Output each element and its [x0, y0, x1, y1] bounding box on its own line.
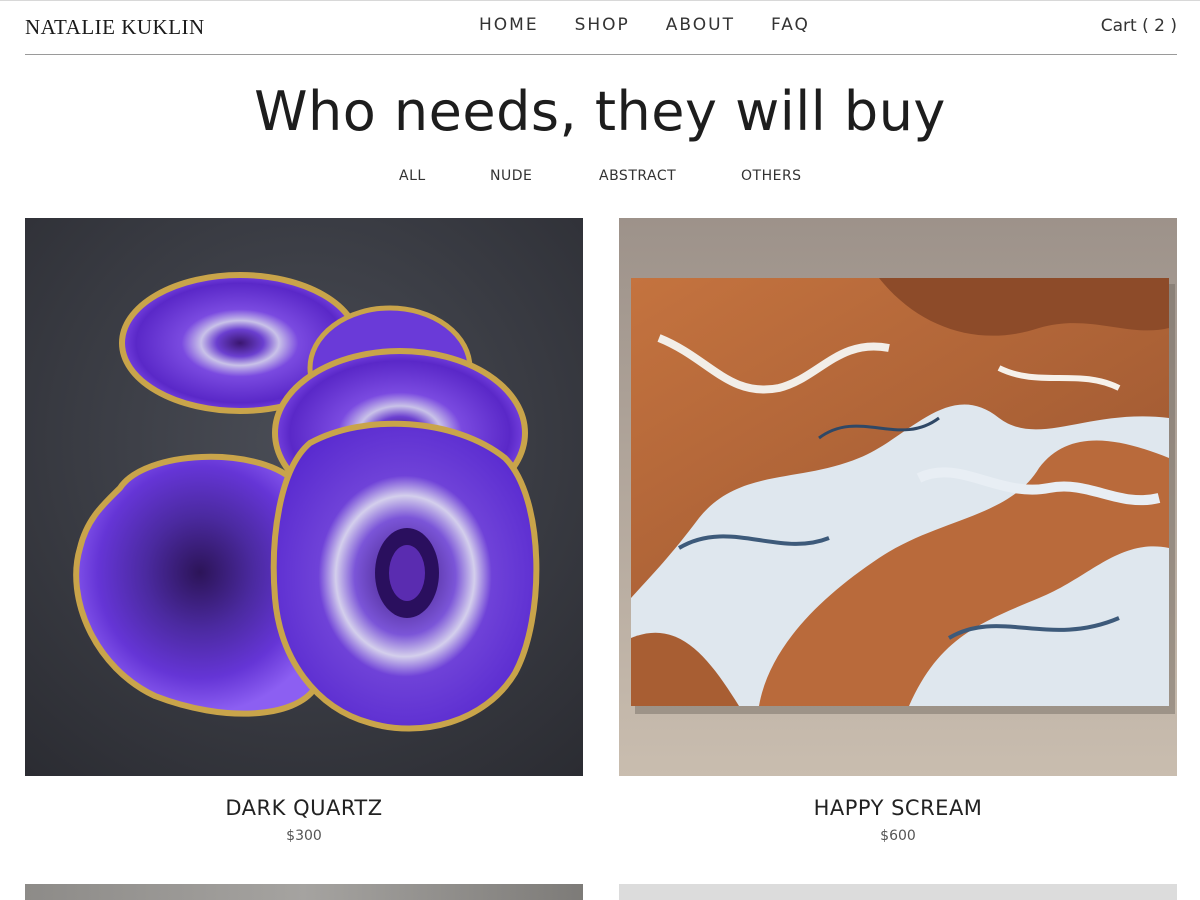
nav-faq[interactable]: FAQ	[771, 15, 810, 35]
filter-nude[interactable]: NUDE	[490, 168, 532, 184]
next-product-image-partial[interactable]	[25, 884, 583, 900]
product-title-happy-scream[interactable]: HAPPY SCREAM	[619, 796, 1177, 820]
brand-logo[interactable]: NATALIE KUKLIN	[25, 15, 205, 40]
product-image-happy-scream[interactable]	[619, 218, 1177, 776]
page-title: Who needs, they will buy	[254, 80, 946, 143]
agate-coasters-illustration	[25, 218, 583, 776]
filter-abstract[interactable]: ABSTRACT	[599, 168, 676, 184]
product-title-dark-quartz[interactable]: DARK QUARTZ	[25, 796, 583, 820]
product-price-dark-quartz: $300	[286, 828, 322, 844]
site-header: NATALIE KUKLIN HOME SHOP ABOUT FAQ Cart …	[25, 1, 1177, 55]
nav-home[interactable]: HOME	[479, 15, 539, 35]
filter-others[interactable]: OTHERS	[741, 168, 802, 184]
nav-about[interactable]: ABOUT	[666, 15, 735, 35]
product-image-dark-quartz[interactable]	[25, 218, 583, 776]
nav-shop[interactable]: SHOP	[575, 15, 630, 35]
product-price-happy-scream: $600	[880, 828, 916, 844]
next-product-image-partial[interactable]	[619, 884, 1177, 900]
fluid-art-canvas-illustration	[619, 218, 1177, 776]
filter-all[interactable]: ALL	[399, 168, 426, 184]
category-filters: ALL NUDE ABSTRACT OTHERS	[0, 168, 1200, 188]
cart-link[interactable]: Cart ( 2 )	[1101, 16, 1177, 36]
main-nav: HOME SHOP ABOUT FAQ	[479, 15, 810, 35]
